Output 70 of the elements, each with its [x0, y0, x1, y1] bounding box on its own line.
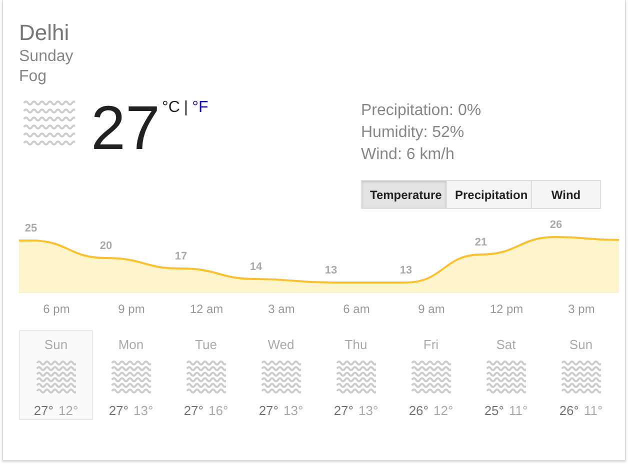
fog-icon [561, 360, 601, 394]
temperature-label: 17 [174, 250, 188, 262]
unit-separator: | [184, 99, 188, 117]
temperature-label: 13 [400, 264, 412, 276]
fog-icon [411, 360, 451, 394]
time-label: 3 am [267, 302, 296, 316]
time-label: 6 am [342, 302, 371, 316]
forecast-day[interactable]: Tue 27° 16° [169, 330, 243, 420]
chart-tab[interactable]: Wind [531, 180, 601, 209]
fog-icon [486, 360, 526, 394]
fahrenheit-link[interactable]: °F [192, 99, 208, 117]
high-temperature: 27° [34, 403, 54, 418]
low-temperature: 13° [284, 403, 304, 418]
day-name: Wed [268, 337, 294, 352]
high-temperature: 26° [408, 403, 428, 418]
forecast-day[interactable]: Sun 27° 12° [19, 330, 93, 420]
day-name: Thu [344, 337, 368, 352]
day-name: Sun [569, 337, 593, 352]
forecast-day[interactable]: Sat 25° 11° [469, 330, 543, 420]
day-name: Mon [118, 337, 144, 352]
high-temperature: 25° [484, 403, 504, 418]
day-name: Tue [195, 337, 217, 352]
day-label: Sunday [19, 47, 74, 67]
current-temperature: 27 [91, 98, 160, 160]
time-label: 12 pm [488, 302, 524, 316]
fog-icon [23, 100, 75, 146]
time-label: 12 am [188, 302, 224, 316]
temperature-label: 26 [550, 219, 562, 231]
day-name: Sat [496, 337, 516, 352]
forecast-day[interactable]: Fri 26° 12° [394, 330, 468, 420]
temperature-label: 20 [100, 240, 112, 252]
forecast-day[interactable]: Mon 27° 13° [94, 330, 168, 420]
weather-detail: Wind: 6 km/h [361, 145, 454, 165]
fog-icon [36, 360, 76, 394]
high-temperature: 27° [258, 403, 278, 418]
low-temperature: 12° [58, 403, 78, 418]
high-temperature: 26° [559, 403, 579, 418]
temperature-label: 13 [324, 264, 338, 276]
day-name: Sun [44, 337, 68, 352]
day-name: Fri [423, 337, 439, 352]
temperature-label: 21 [474, 236, 488, 248]
low-temperature: 12° [434, 403, 454, 418]
chart-tab[interactable]: Precipitation [446, 180, 532, 209]
forecast-day[interactable]: Thu 27° 13° [319, 330, 393, 420]
forecast-day[interactable]: Wed 27° 13° [244, 330, 318, 420]
chart-tab[interactable]: Temperature [361, 180, 447, 209]
low-temperature: 11° [508, 403, 528, 418]
low-temperature: 13° [134, 403, 154, 418]
high-temperature: 27° [334, 403, 354, 418]
forecast-day[interactable]: Sun 26° 11° [544, 330, 618, 420]
celsius-unit: °C [162, 99, 180, 117]
weather-detail: Precipitation: 0% [361, 101, 482, 121]
time-label: 9 pm [117, 302, 146, 316]
high-temperature: 27° [108, 403, 128, 418]
high-temperature: 27° [184, 403, 204, 418]
city-name: Delhi [19, 19, 70, 47]
time-label: 6 pm [42, 302, 71, 316]
time-label: 9 am [417, 302, 446, 316]
low-temperature: 11° [584, 403, 603, 418]
fog-icon [336, 360, 376, 394]
low-temperature: 13° [358, 403, 378, 418]
temperature-label: 14 [250, 261, 262, 273]
condition-label: Fog [19, 67, 47, 87]
fog-icon [261, 360, 301, 394]
fog-icon [111, 360, 151, 394]
time-label: 3 pm [567, 302, 596, 316]
weather-detail: Humidity: 52% [361, 123, 464, 143]
low-temperature: 16° [208, 403, 228, 418]
fog-icon [186, 360, 226, 394]
temperature-label: 25 [24, 222, 38, 234]
